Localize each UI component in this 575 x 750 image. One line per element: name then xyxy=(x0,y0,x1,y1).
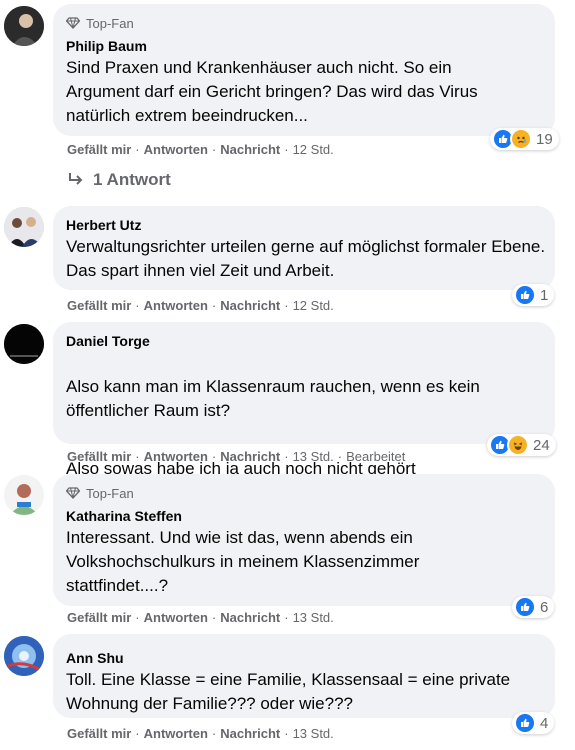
message-button[interactable]: Nachricht xyxy=(220,610,280,625)
author-name[interactable]: Katharina Steffen xyxy=(66,506,543,526)
author-name[interactable]: Philip Baum xyxy=(66,36,543,56)
edited-label[interactable]: Bearbeitet xyxy=(346,449,405,464)
like-button[interactable]: Gefällt mir xyxy=(67,449,131,464)
message-button[interactable]: Nachricht xyxy=(220,298,280,313)
like-button[interactable]: Gefällt mir xyxy=(67,142,131,157)
reply-button[interactable]: Antworten xyxy=(144,610,208,625)
comment-actions: Gefällt mir · Antworten · Nachricht · 13 Std. xyxy=(67,610,334,625)
like-button[interactable]: Gefällt mir xyxy=(67,610,131,625)
view-replies-link[interactable]: 1 Antwort xyxy=(67,170,171,190)
reaction-count: 24 xyxy=(533,436,550,454)
like-button[interactable]: Gefällt mir xyxy=(67,298,131,313)
comment-text: Verwaltungsrichter urteilen gerne auf mö… xyxy=(66,237,546,280)
like-icon xyxy=(514,596,536,618)
reactions-summary[interactable]: 19 xyxy=(490,128,559,150)
avatar[interactable] xyxy=(4,207,44,247)
avatar[interactable] xyxy=(4,475,44,515)
comment-text: Interessant. Und wie ist das, wenn abend… xyxy=(66,528,420,595)
comment-actions: Gefällt mir · Antworten · Nachricht · 12 Std. xyxy=(67,298,334,313)
reaction-count: 19 xyxy=(536,130,553,148)
comment-paragraph: Also kann man im Klassenraum rauchen, we… xyxy=(66,377,480,420)
reply-button[interactable]: Antworten xyxy=(144,298,208,313)
reactions-summary[interactable]: 24 xyxy=(487,434,556,456)
author-name[interactable]: Daniel Torge xyxy=(66,331,543,351)
comment-bubble: Top-Fan Katharina Steffen Interessant. U… xyxy=(53,474,555,606)
top-fan-badge: Top-Fan xyxy=(66,484,543,502)
comment-bubble: Ann Shu Toll. Eine Klasse = eine Familie… xyxy=(53,634,555,718)
badge-label: Top-Fan xyxy=(86,15,134,31)
message-button[interactable]: Nachricht xyxy=(220,142,280,157)
comment-actions: Gefällt mir · Antworten · Nachricht · 13 Std. xyxy=(67,726,334,741)
reaction-count: 6 xyxy=(540,598,549,616)
like-icon xyxy=(514,284,536,306)
reply-button[interactable]: Antworten xyxy=(144,449,208,464)
timestamp[interactable]: 13 Std. xyxy=(293,449,334,464)
replies-count: 1 Antwort xyxy=(93,170,171,189)
comment-actions: Gefällt mir · Antworten · Nachricht · 12 Std. xyxy=(67,142,334,157)
top-fan-badge: Top-Fan xyxy=(66,14,543,32)
avatar[interactable] xyxy=(4,6,44,46)
avatar[interactable] xyxy=(4,636,44,676)
diamond-icon xyxy=(66,487,80,499)
comment-text: Sind Praxen und Krankenhäuser auch nicht… xyxy=(66,58,478,125)
reactions-summary[interactable]: 4 xyxy=(512,712,555,734)
reaction-count: 4 xyxy=(540,714,549,732)
reply-button[interactable]: Antworten xyxy=(144,726,208,741)
message-button[interactable]: Nachricht xyxy=(220,726,280,741)
reply-button[interactable]: Antworten xyxy=(144,142,208,157)
reactions-summary[interactable]: 6 xyxy=(512,596,555,618)
comment-bubble: Top-Fan Philip Baum Sind Praxen und Kran… xyxy=(53,4,555,136)
comment-bubble: Herbert Utz Verwaltungsrichter urteilen … xyxy=(53,206,555,290)
timestamp[interactable]: 13 Std. xyxy=(293,726,334,741)
author-name[interactable]: Herbert Utz xyxy=(66,215,543,235)
timestamp[interactable]: 12 Std. xyxy=(293,142,334,157)
badge-label: Top-Fan xyxy=(86,485,134,501)
like-button[interactable]: Gefällt mir xyxy=(67,726,131,741)
like-icon xyxy=(514,712,536,734)
author-name[interactable]: Ann Shu xyxy=(66,648,543,668)
comment-bubble: Daniel Torge Also kann man im Klassenrau… xyxy=(53,322,555,478)
avatar[interactable] xyxy=(4,324,44,364)
timestamp[interactable]: 13 Std. xyxy=(293,610,334,625)
haha-icon xyxy=(507,434,529,456)
comment-text: Toll. Eine Klasse = eine Familie, Klasse… xyxy=(66,670,511,713)
sad-icon xyxy=(510,128,532,150)
comment-actions: Gefällt mir · Antworten · Nachricht · 13 Std. ·… xyxy=(67,449,406,464)
diamond-icon xyxy=(66,17,80,29)
reply-arrow-icon xyxy=(67,172,85,188)
timestamp[interactable]: 12 Std. xyxy=(293,298,334,313)
reaction-count: 1 xyxy=(540,286,549,304)
message-button[interactable]: Nachricht xyxy=(220,449,280,464)
reactions-summary[interactable]: 1 xyxy=(512,284,555,306)
